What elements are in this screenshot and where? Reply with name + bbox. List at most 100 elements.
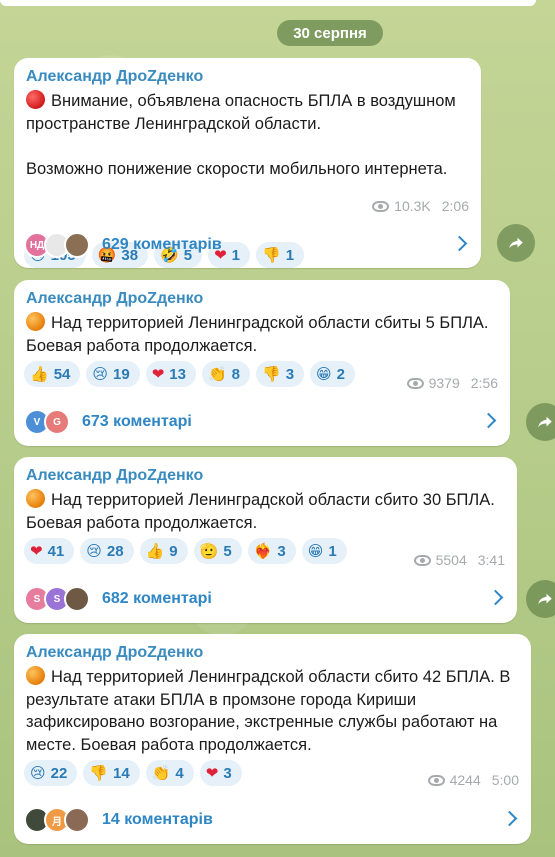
eye-icon [372, 200, 390, 212]
avatar [64, 232, 90, 258]
message-text: Над территорией Ленинградской области сб… [26, 489, 495, 532]
share-button[interactable] [526, 580, 555, 618]
reaction-count: 5 [223, 542, 232, 560]
thumbs-down-icon: 👎 [262, 365, 281, 383]
heart-icon: ❤ [30, 542, 43, 560]
reaction-button[interactable]: 😢 22 [24, 760, 78, 786]
message-author[interactable]: Александр ДроZденко [26, 467, 203, 485]
message-meta: 9379 2:56 [406, 375, 498, 391]
commenter-avatars: V G [24, 409, 70, 435]
message-time: 5:00 [491, 772, 519, 788]
avatar [64, 586, 90, 612]
reaction-button[interactable]: 👏 8 [201, 361, 250, 387]
orange-circle-icon [26, 666, 45, 685]
orange-circle-icon [26, 489, 45, 508]
heart-icon: ❤ [151, 365, 165, 383]
comments-button[interactable]: V G 673 коментарі [24, 405, 500, 439]
grinning-face-icon: 😁 [307, 542, 324, 560]
avatar: G [44, 409, 70, 435]
message-author[interactable]: Александр ДроZденко [26, 290, 203, 308]
reaction-count: 1 [328, 542, 337, 560]
thumbs-down-icon: 👎 [89, 764, 109, 782]
crying-face-icon: 😢 [92, 365, 109, 383]
eye-icon [413, 554, 431, 566]
reaction-count: 41 [47, 542, 65, 560]
share-button[interactable] [497, 224, 535, 262]
view-count: 4244 [449, 772, 481, 788]
comments-button[interactable]: S S 682 коментарі [24, 582, 507, 616]
reaction-button[interactable]: 😁 1 [301, 538, 347, 564]
grinning-face-icon: 😁 [316, 365, 332, 383]
reaction-button[interactable]: 👎 3 [256, 361, 305, 387]
message-text: Внимание, объявлена опасность БПЛА в воз… [26, 90, 456, 178]
reaction-count: 54 [53, 365, 71, 383]
reactions-bar: 😢 22 👎 14 👏 4 ❤ 3 [24, 760, 242, 786]
reaction-button[interactable]: 👍 9 [139, 538, 188, 564]
reaction-button[interactable]: 😢 19 [86, 361, 140, 387]
message-meta: 4244 5:00 [427, 772, 519, 788]
channel-message[interactable]: Александр ДроZденко Над территорией Лени… [14, 634, 531, 844]
reaction-button[interactable]: 👍 54 [24, 361, 81, 387]
reaction-button[interactable]: ❤ 41 [24, 538, 75, 564]
message-meta: 10.3K 2:06 [372, 198, 469, 214]
view-count: 10.3K [394, 198, 431, 214]
message-time: 2:56 [470, 375, 498, 391]
commenter-avatars: S S [24, 586, 90, 612]
message-time: 3:41 [477, 552, 505, 568]
reaction-button[interactable]: 🫡 5 [193, 538, 242, 564]
reaction-button[interactable]: ❤ 3 [199, 760, 242, 786]
reaction-button[interactable]: ❤ 13 [145, 361, 196, 387]
share-arrow-icon [509, 237, 523, 249]
channel-message[interactable]: Александр ДроZденко Над территорией Лени… [14, 280, 510, 446]
reaction-count: 3 [285, 365, 295, 383]
reaction-count: 13 [169, 365, 186, 383]
chevron-right-icon [487, 589, 504, 606]
comments-count-label: 682 коментарі [102, 590, 212, 607]
reaction-count: 14 [113, 764, 130, 782]
heart-on-fire-icon: ❤‍🔥 [253, 542, 273, 560]
reactions-bar: 👍 54 😢 19 ❤ 13 👏 8 👎 3 😁 2 [24, 361, 356, 387]
share-button[interactable] [526, 403, 555, 441]
comments-count-label: 673 коментарі [82, 413, 192, 430]
share-arrow-icon [538, 593, 552, 605]
date-separator: 30 серпня [277, 20, 383, 46]
reaction-count: 4 [175, 764, 184, 782]
clapping-hands-icon: 👏 [207, 365, 227, 383]
reactions-bar: ❤ 41 😢 28 👍 9 🫡 5 ❤‍🔥 3 😁 1 [24, 538, 347, 564]
comments-count-label: 14 коментарів [102, 811, 213, 828]
avatar [64, 807, 90, 833]
channel-message[interactable]: Александр ДроZденко Внимание, объявлена … [14, 58, 481, 268]
message-author[interactable]: Александр ДроZденко [26, 644, 203, 662]
reaction-count: 9 [169, 542, 178, 560]
share-arrow-icon [538, 416, 552, 428]
crying-face-icon: 😢 [30, 764, 46, 782]
message-time: 2:06 [441, 198, 469, 214]
reaction-button[interactable]: 👎 14 [83, 760, 140, 786]
crying-face-icon: 😢 [86, 542, 102, 560]
reaction-button[interactable]: 😢 28 [80, 538, 134, 564]
salute-face-icon: 🫡 [199, 542, 219, 560]
thumbs-up-icon: 👍 [145, 542, 165, 560]
chevron-right-icon [451, 235, 468, 252]
view-count: 9379 [428, 375, 460, 391]
message-text: Над территорией Ленинградской области сб… [26, 666, 511, 754]
chevron-right-icon [480, 412, 497, 429]
eye-icon [406, 377, 424, 389]
comments-button[interactable]: 月 14 коментарів [24, 803, 521, 837]
reaction-button[interactable]: 😁 2 [310, 361, 356, 387]
message-text: Над территорией Ленинградской области сб… [26, 312, 489, 355]
reaction-count: 22 [50, 764, 68, 782]
reaction-button[interactable]: 👏 4 [145, 760, 194, 786]
previous-message-edge [0, 0, 536, 6]
channel-message[interactable]: Александр ДроZденко Над территорией Лени… [14, 457, 517, 623]
message-author[interactable]: Александр ДроZденко [26, 68, 203, 86]
comments-button[interactable]: НД 629 коментарів [24, 228, 471, 262]
eye-icon [427, 774, 445, 786]
reaction-count: 3 [277, 542, 286, 560]
reaction-button[interactable]: ❤‍🔥 3 [247, 538, 296, 564]
chevron-right-icon [501, 810, 518, 827]
reaction-count: 19 [113, 365, 130, 383]
thumbs-up-icon: 👍 [30, 365, 49, 383]
commenter-avatars: 月 [24, 807, 90, 833]
orange-circle-icon [26, 312, 45, 331]
